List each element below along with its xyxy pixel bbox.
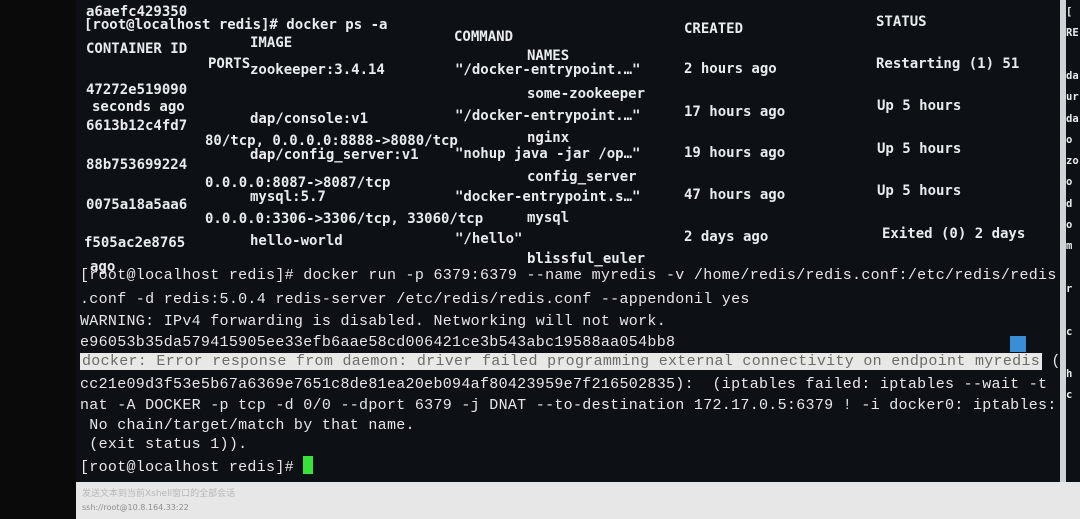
prompt-line: [root@localhost redis]#	[80, 456, 314, 477]
container-name: config_server	[527, 169, 637, 185]
side-pane-text: h	[1066, 368, 1073, 381]
container-image: dap/config_server:v1	[250, 147, 419, 163]
container-created: 47 hours ago	[684, 187, 786, 203]
header-status: STATUS	[876, 14, 927, 30]
compose-bar: 发送文本到当前Xshell窗口的全部会话 ssh://root@10.8.164…	[76, 482, 1080, 519]
error-line: (exit status 1)).	[80, 436, 248, 453]
side-pane-text: da	[1066, 112, 1079, 125]
container-command: "/docker-entrypoint.…"	[455, 108, 641, 124]
text-cursor	[303, 456, 314, 474]
side-pane-text: zo	[1066, 155, 1079, 168]
container-command: "/docker-entrypoint.…"	[455, 62, 641, 78]
copy-icon[interactable]	[1010, 336, 1026, 352]
side-pane-text: d	[1066, 197, 1073, 210]
container-status: Up 5 hours	[877, 98, 962, 114]
container-status: Exited (0) 2 days	[882, 226, 1026, 242]
header-created: CREATED	[684, 21, 744, 37]
side-pane-text: c	[1066, 325, 1073, 338]
container-id: 88b753699224	[86, 157, 188, 173]
container-status: Restarting (1) 51	[876, 56, 1020, 72]
error-line: cc21e09d3f53e5b67a6369e7651c8de81ea20eb0…	[80, 376, 1048, 393]
container-status: Up 5 hours	[877, 141, 962, 157]
container-image: zookeeper:3.4.14	[250, 62, 385, 78]
header-command: COMMAND	[454, 29, 514, 45]
container-image: mysql:5.7	[250, 189, 326, 205]
side-pane-text: RE	[1066, 27, 1079, 40]
error-line: nat -A DOCKER -p tcp -d 0/0 --dport 6379…	[80, 397, 1057, 414]
container-id: 47272e519090	[86, 82, 188, 98]
error-line: No chain/target/match by that name.	[80, 417, 415, 434]
side-pane-text: r	[1066, 282, 1073, 295]
prompt-line: [root@localhost redis]# docker ps -a	[84, 17, 388, 33]
side-pane-text: ur	[1066, 91, 1079, 104]
side-pane-text: o	[1066, 176, 1073, 189]
compose-input[interactable]: 发送文本到当前Xshell窗口的全部会话	[82, 486, 235, 499]
warning-line: WARNING: IPv4 forwarding is disabled. Ne…	[80, 313, 666, 330]
selected-error-text[interactable]: docker: Error response from daemon: driv…	[80, 353, 1043, 370]
container-name: nginx	[527, 130, 570, 146]
container-name: mysql	[527, 210, 570, 226]
header-image: IMAGE	[250, 35, 293, 51]
terminal-window[interactable]: a6aefc429350 [root@localhost redis]# doc…	[76, 0, 1060, 482]
container-name: some-zookeeper	[527, 86, 646, 102]
container-ports: 0.0.0.0:3306->3306/tcp, 33060/tcp	[205, 211, 484, 227]
header-ports: PORTS	[208, 56, 251, 72]
container-image: dap/console:v1	[250, 111, 369, 127]
container-status-cont: seconds ago	[92, 99, 185, 115]
container-name: blissful_euler	[527, 251, 646, 267]
container-command: "/hello"	[455, 231, 523, 247]
side-pane-text: o	[1066, 219, 1073, 231]
side-pane-text: m	[1066, 240, 1073, 253]
side-pane-text: o	[1066, 133, 1073, 146]
prompt-text: [root@localhost redis]#	[80, 459, 304, 476]
container-created: 2 days ago	[684, 229, 769, 245]
container-id: 0075a18a5aa6	[86, 197, 188, 213]
side-pane-text: c	[1066, 389, 1073, 402]
container-created: 2 hours ago	[684, 61, 777, 77]
container-status: Up 5 hours	[877, 183, 962, 199]
command-line: [root@localhost redis]# docker run -p 63…	[80, 267, 1057, 284]
session-status: ssh://root@10.8.164.33:22	[82, 503, 189, 512]
side-terminal-pane[interactable]: [RE da ur da o zo o d o m r c h c	[1066, 0, 1080, 482]
container-created: 19 hours ago	[684, 145, 786, 161]
header-container-id: CONTAINER ID	[86, 41, 188, 57]
container-id: f505ac2e8765	[84, 235, 186, 251]
side-pane-text: [	[1066, 6, 1073, 18]
output-text: (	[1042, 353, 1061, 370]
container-id: 6613b12c4fd7	[86, 118, 188, 134]
container-command: "docker-entrypoint.s…"	[455, 189, 641, 205]
container-image: hello-world	[250, 233, 343, 249]
output-line: e96053b35da579415905ee33efb6aae58cd00642…	[80, 334, 676, 351]
container-created: 17 hours ago	[684, 104, 786, 120]
command-line: .conf -d redis:5.0.4 redis-server /etc/r…	[80, 291, 750, 308]
container-command: "nohup java -jar /op…"	[455, 146, 641, 162]
side-pane-text: da	[1066, 69, 1079, 82]
